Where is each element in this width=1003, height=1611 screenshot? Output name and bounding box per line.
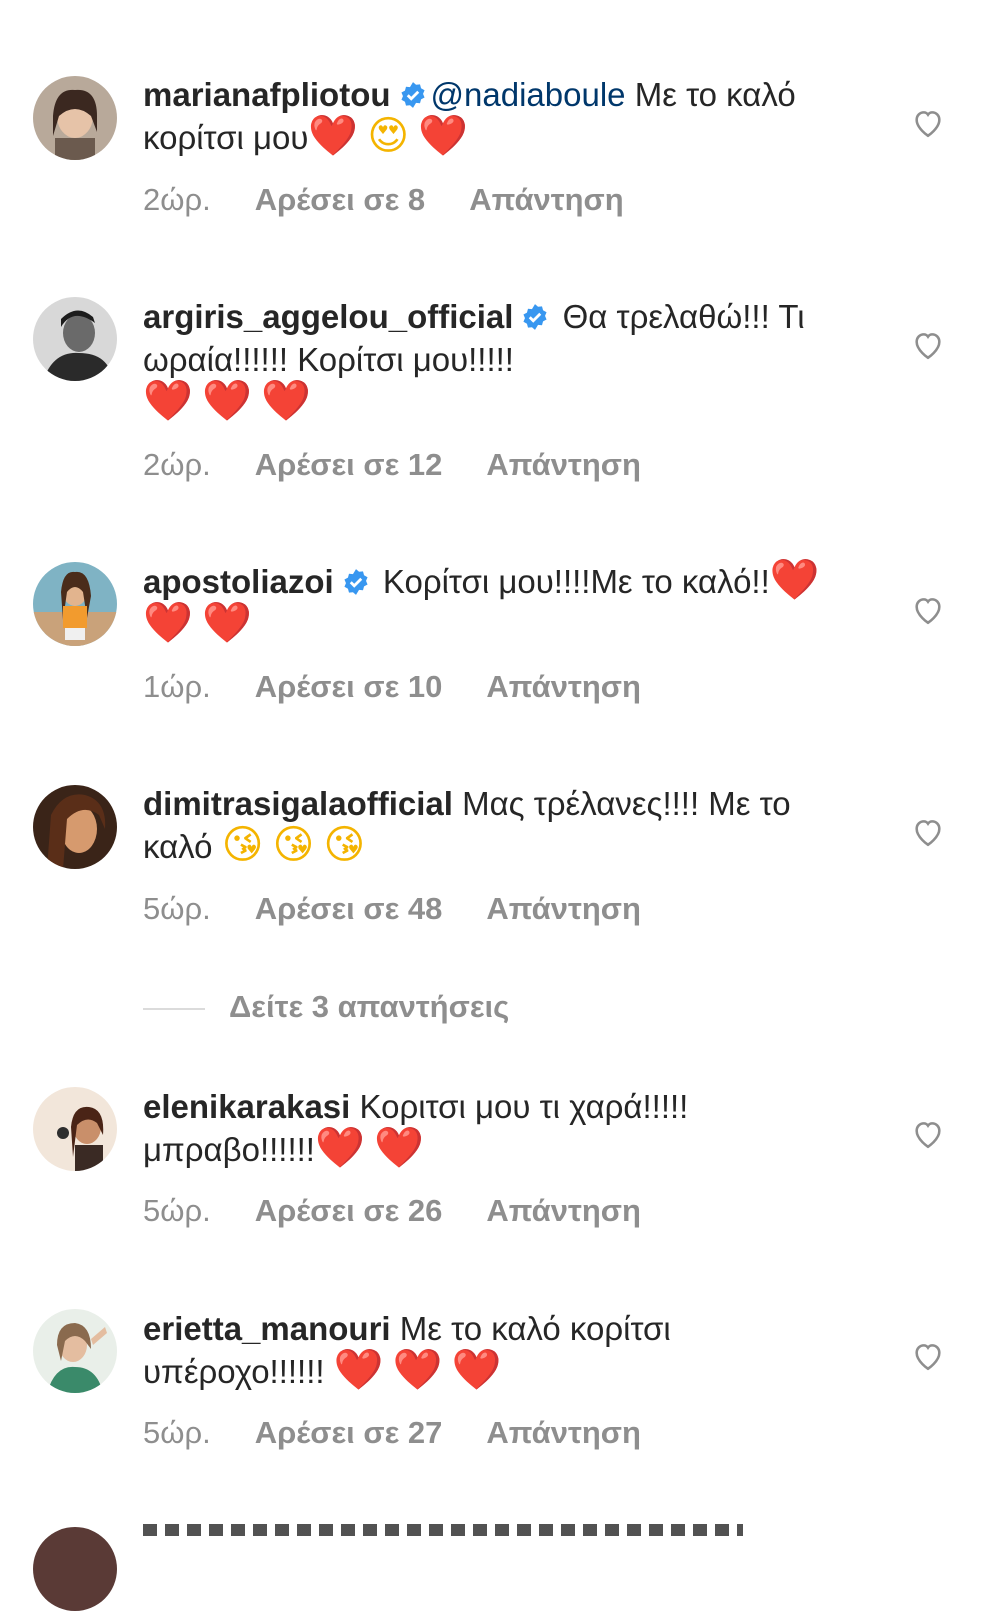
heart-outline-icon[interactable]	[910, 1117, 946, 1151]
comment-text: elenikarakasi Κοριτσι μου τι χαρά!!!!! μ…	[143, 1085, 843, 1171]
kiss-emoji: 😘	[323, 822, 366, 868]
comment-meta: 5ώρ. Αρέσει σε 27 Απάντηση	[143, 1415, 685, 1451]
comment-username[interactable]: argiris_aggelou_official	[143, 298, 513, 335]
heart-emoji: ❤️	[143, 600, 193, 646]
heart-outline-icon[interactable]	[910, 593, 946, 627]
comment-time: 5ώρ.	[143, 1415, 211, 1450]
avatar[interactable]	[33, 1309, 117, 1393]
mention-link[interactable]: @nadiaboule	[431, 76, 626, 113]
comment-likes[interactable]: Αρέσει σε 27	[255, 1415, 443, 1450]
reply-button[interactable]: Απάντηση	[486, 1193, 640, 1228]
comment-likes[interactable]: Αρέσει σε 10	[255, 669, 443, 704]
reply-button[interactable]: Απάντηση	[486, 447, 640, 482]
comment-text: dimitrasigalaofficial Μας τρέλανες!!!! Μ…	[143, 782, 843, 868]
heart-emoji: ❤️	[143, 378, 193, 424]
reply-button[interactable]: Απάντηση	[469, 182, 623, 217]
comment-text: apostoliazoi Κορίτσι μου!!!!Με το καλό!!…	[143, 560, 843, 646]
heart-emoji: ❤️	[201, 600, 252, 646]
heart-emoji: ❤️	[260, 378, 311, 424]
comment-time: 1ώρ.	[143, 669, 211, 704]
heart-emoji: ❤️	[308, 113, 359, 159]
comment-time: 5ώρ.	[143, 891, 211, 926]
comment-time: 2ώρ.	[143, 447, 211, 482]
view-replies-button[interactable]: Δείτε 3 απαντήσεις	[143, 987, 509, 1027]
comment-likes[interactable]: Αρέσει σε 26	[255, 1193, 443, 1228]
comment-meta: 2ώρ. Αρέσει σε 12 Απάντηση	[143, 447, 685, 483]
avatar[interactable]	[33, 785, 117, 869]
reply-button[interactable]: Απάντηση	[486, 1415, 640, 1450]
comment-username[interactable]: marianafpliotou	[143, 76, 391, 113]
heart-outline-icon[interactable]	[910, 106, 946, 140]
avatar[interactable]	[33, 297, 117, 381]
heart-emoji: ❤️	[333, 1347, 384, 1393]
heart-emoji: ❤️	[314, 1125, 365, 1171]
heart-emoji: ❤️	[418, 113, 469, 159]
heart-emoji: ❤️	[451, 1347, 502, 1393]
comment-meta: 2ώρ. Αρέσει σε 8 Απάντηση	[143, 182, 668, 218]
view-replies-label: Δείτε 3 απαντήσεις	[229, 989, 510, 1024]
comment-text-partial	[143, 1524, 743, 1536]
comment-username[interactable]: elenikarakasi	[143, 1088, 350, 1125]
heart-emoji: ❤️	[769, 557, 820, 603]
verified-badge-icon	[523, 304, 548, 330]
avatar[interactable]	[33, 1527, 117, 1611]
avatar[interactable]	[33, 1087, 117, 1171]
avatar[interactable]	[33, 76, 117, 160]
heart-emoji: ❤️	[373, 1125, 424, 1171]
kiss-emoji: 😘	[272, 822, 315, 868]
comment-username[interactable]: dimitrasigalaofficial	[143, 785, 453, 822]
comment-message: Κορίτσι μου!!!!Με το καλό!!	[373, 563, 770, 600]
comment-time: 5ώρ.	[143, 1193, 211, 1228]
heart-outline-icon[interactable]	[910, 1339, 946, 1373]
comment-text: erietta_manouri Με το καλό κορίτσι υπέρο…	[143, 1307, 843, 1393]
heart-emoji: ❤️	[392, 1347, 443, 1393]
avatar[interactable]	[33, 562, 117, 646]
comment-meta: 1ώρ. Αρέσει σε 10 Απάντηση	[143, 669, 685, 705]
heart-outline-icon[interactable]	[910, 328, 946, 362]
heart-eyes-emoji: 😍	[367, 113, 410, 159]
comment-meta: 5ώρ. Αρέσει σε 26 Απάντηση	[143, 1193, 685, 1229]
comment-text: argiris_aggelou_official Θα τρελαθώ!!! Τ…	[143, 295, 843, 424]
verified-badge-icon	[400, 82, 425, 108]
verified-badge-icon	[344, 569, 368, 595]
comment-likes[interactable]: Αρέσει σε 12	[255, 447, 443, 482]
comment-likes[interactable]: Αρέσει σε 8	[255, 182, 425, 217]
comment-meta: 5ώρ. Αρέσει σε 48 Απάντηση	[143, 891, 685, 927]
comment-username[interactable]: apostoliazoi	[143, 563, 334, 600]
heart-emoji: ❤️	[201, 378, 252, 424]
comment-time: 2ώρ.	[143, 182, 211, 217]
comment-text: marianafpliotou @nadiaboule Με το καλό κο…	[143, 73, 843, 159]
kiss-emoji: 😘	[221, 822, 264, 868]
replies-divider	[143, 1007, 205, 1010]
heart-outline-icon[interactable]	[910, 815, 946, 849]
comment-likes[interactable]: Αρέσει σε 48	[255, 891, 443, 926]
comment-username[interactable]: erietta_manouri	[143, 1310, 391, 1347]
reply-button[interactable]: Απάντηση	[486, 891, 640, 926]
reply-button[interactable]: Απάντηση	[486, 669, 640, 704]
